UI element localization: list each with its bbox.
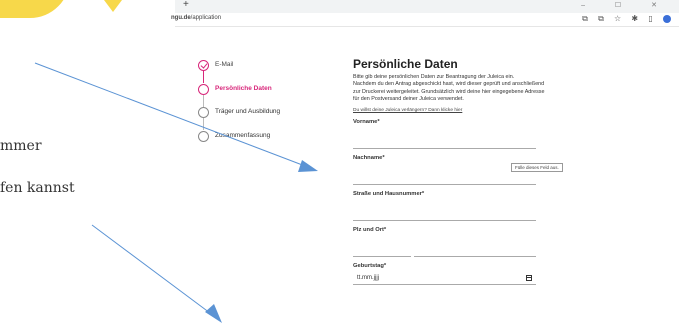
intro-text: Bitte gib deine persönlichen Daten zur B…	[353, 74, 515, 80]
window-controls[interactable]: – ☐ ✕	[581, 1, 671, 9]
city-input[interactable]	[414, 235, 536, 258]
intro-text: Nachdem du den Antrag abgeschickt hast, …	[353, 81, 545, 102]
date-placeholder: tt.mm.jjjj	[357, 274, 379, 281]
lastname-label: Nachname*	[353, 155, 385, 162]
firstname-input[interactable]	[353, 127, 536, 150]
step-label: E-Mail	[215, 61, 234, 68]
tab-bar: + – ☐ ✕	[175, 0, 679, 13]
highlight-shape	[104, 0, 122, 12]
postal-city-row	[353, 235, 548, 258]
step-circle-icon	[198, 107, 209, 118]
share-icon[interactable]: ⧉	[582, 14, 588, 23]
form-intro: Bitte gib deine persönlichen Daten zur B…	[353, 74, 548, 103]
step-connector	[203, 118, 204, 130]
browser-window: + – ☐ ✕ ngu.de/application ⧉ ⧉ ☆ ✱ ▯ E-M…	[171, 0, 679, 323]
page-title: Persönliche Daten	[353, 57, 458, 71]
lastname-input[interactable]	[353, 163, 536, 186]
step-label: Zusammenfassung	[215, 131, 271, 139]
highlight-shape	[0, 0, 70, 18]
extensions-icon[interactable]: ✱	[631, 14, 638, 23]
url-path: /application	[190, 15, 222, 21]
postal-code-input[interactable]	[353, 235, 411, 258]
toolbar-icons: ⧉ ⧉ ☆ ✱ ▯	[574, 14, 671, 24]
new-tab-button[interactable]: +	[183, 0, 189, 10]
firstname-label: Vorname*	[353, 119, 380, 126]
url-text[interactable]: ngu.de/application	[171, 15, 221, 21]
sidepanel-icon[interactable]: ▯	[648, 14, 652, 23]
check-circle-icon	[198, 60, 209, 71]
step-connector	[203, 94, 204, 107]
step-label: Persönliche Daten	[215, 84, 272, 92]
bookmark-star-icon[interactable]: ☆	[614, 14, 621, 23]
step-circle-icon	[198, 130, 209, 142]
birthday-input[interactable]: tt.mm.jjjj	[353, 271, 536, 286]
address-bar[interactable]: ngu.de/application ⧉ ⧉ ☆ ✱ ▯	[171, 13, 679, 27]
street-input[interactable]	[353, 199, 536, 222]
step-label: Träger und Ausbildung	[215, 108, 281, 115]
validation-tooltip: Fülle dieses Feld aus.	[511, 163, 563, 172]
renew-juleica-link[interactable]: Du willst deine Juleica verlängern? Dann…	[353, 108, 548, 113]
tutorial-panel: mmer fen kannst	[0, 0, 175, 323]
step-connector	[203, 71, 204, 83]
street-label: Straße und Hausnummer*	[353, 191, 425, 198]
install-icon[interactable]: ⧉	[598, 14, 604, 23]
tutorial-text: mmer	[0, 138, 42, 154]
url-host: ngu.de	[171, 15, 191, 21]
city-label: Plz und Ort*	[353, 227, 387, 234]
profile-avatar[interactable]	[663, 14, 671, 23]
calendar-icon[interactable]	[526, 274, 532, 281]
step-circle-icon	[198, 83, 209, 95]
birthday-label: Geburtstag*	[353, 263, 387, 270]
tutorial-text: fen kannst	[0, 180, 75, 196]
